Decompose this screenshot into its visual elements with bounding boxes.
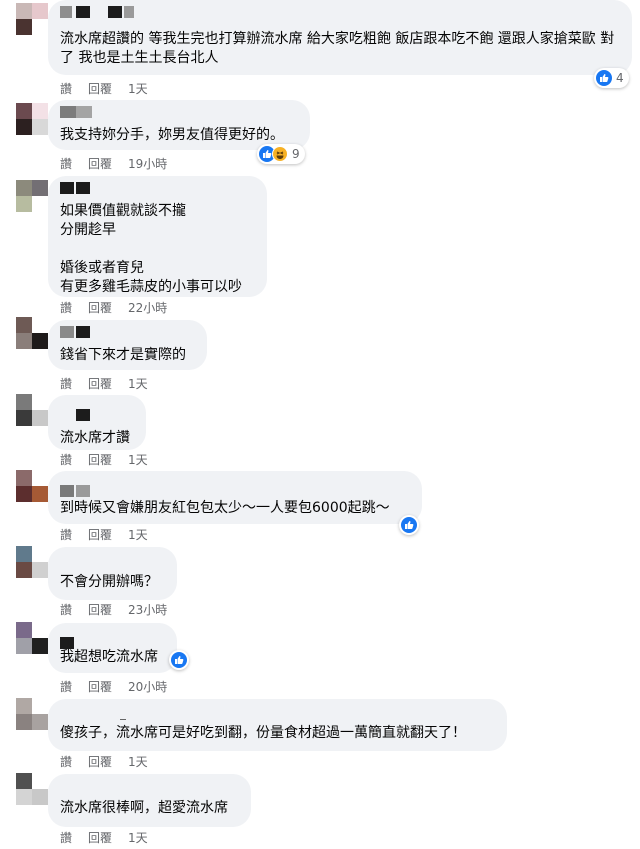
avatar[interactable]	[16, 470, 48, 502]
comment-text: 流水席才讚	[60, 430, 130, 446]
haha-icon	[272, 146, 288, 162]
comment-time[interactable]: 1天	[128, 829, 148, 846]
avatar[interactable]	[16, 103, 48, 135]
reaction-count: 9	[292, 147, 300, 161]
comment-time[interactable]: 1天	[128, 375, 148, 392]
like-button[interactable]: 讚	[60, 678, 72, 695]
comment-actions: 讚 回覆 22小時	[60, 299, 167, 315]
like-button[interactable]: 讚	[60, 753, 72, 770]
like-button[interactable]: 讚	[60, 601, 72, 618]
reply-button[interactable]: 回覆	[88, 526, 112, 543]
comment-actions: 讚 回覆 20小時	[60, 678, 167, 694]
reply-button[interactable]: 回覆	[88, 753, 112, 770]
author-name[interactable]	[60, 106, 94, 118]
author-name[interactable]	[60, 637, 90, 649]
reaction-summary[interactable]	[169, 650, 189, 670]
reply-button[interactable]: 回覆	[88, 451, 112, 468]
comment-text: 流水席很棒啊，超愛流水席	[60, 800, 228, 816]
author-name[interactable]	[60, 182, 90, 194]
comment-actions: 讚 回覆 1天	[60, 375, 148, 391]
comment-time[interactable]: 1天	[128, 451, 148, 468]
comment-actions: 讚 回覆 1天	[60, 753, 148, 769]
avatar[interactable]	[16, 394, 48, 426]
comment-actions: 讚 回覆 1天	[60, 80, 148, 96]
comment-time[interactable]: 1天	[128, 753, 148, 770]
like-icon	[596, 70, 612, 86]
author-name[interactable]	[60, 719, 140, 731]
comment-bubble: 傻孩子，流水席可是好吃到翻，份量食材超過一萬簡直就翻天了！	[48, 699, 507, 751]
comment-text: 到時候又會嫌朋友紅包包太少～一人要包6000起跳～	[60, 500, 390, 516]
comment-text: 如果價值觀就談不攏 分開趁早 婚後或者育兒 有更多雞毛蒜皮的小事可以吵	[60, 203, 242, 295]
comment-text: 流水席超讚的 等我生完也打算辦流水席 給大家吃粗飽 飯店跟本吃不飽 還跟人家搶菜…	[60, 31, 615, 66]
like-button[interactable]: 讚	[60, 299, 72, 316]
author-name[interactable]	[60, 409, 90, 421]
reaction-summary[interactable]	[399, 515, 419, 535]
reply-button[interactable]: 回覆	[88, 80, 112, 97]
reply-button[interactable]: 回覆	[88, 678, 112, 695]
comment-actions: 讚 回覆 23小時	[60, 601, 167, 617]
like-button[interactable]: 讚	[60, 80, 72, 97]
like-button[interactable]: 讚	[60, 526, 72, 543]
comment-text: 我支持妳分手，妳男友值得更好的。	[60, 127, 284, 143]
avatar[interactable]	[16, 546, 48, 578]
comment-actions: 讚 回覆 1天	[60, 526, 148, 542]
author-name[interactable]	[60, 6, 140, 18]
reply-button[interactable]: 回覆	[88, 829, 112, 846]
reaction-count: 4	[616, 71, 624, 85]
like-button[interactable]: 讚	[60, 829, 72, 846]
comment-text: 錢省下來才是實際的	[60, 347, 186, 363]
author-name[interactable]	[60, 326, 90, 338]
avatar[interactable]	[16, 698, 48, 730]
avatar[interactable]	[16, 317, 48, 349]
comment-text: 我超想吃流水席	[60, 649, 158, 665]
comment-bubble: 到時候又會嫌朋友紅包包太少～一人要包6000起跳～	[48, 471, 422, 524]
like-icon	[401, 517, 417, 533]
reaction-summary[interactable]: 9	[257, 144, 305, 164]
comment-time[interactable]: 23小時	[128, 601, 167, 618]
author-name[interactable]	[60, 485, 90, 497]
comment-bubble: 流水席很棒啊，超愛流水席	[48, 774, 251, 827]
comment-text: 不會分開辦嗎？	[60, 574, 158, 590]
reply-button[interactable]: 回覆	[88, 375, 112, 392]
avatar[interactable]	[16, 773, 48, 805]
like-button[interactable]: 讚	[60, 155, 72, 172]
comment-bubble: 流水席超讚的 等我生完也打算辦流水席 給大家吃粗飽 飯店跟本吃不飽 還跟人家搶菜…	[48, 0, 632, 75]
avatar[interactable]	[16, 3, 48, 35]
avatar[interactable]	[16, 180, 48, 212]
comment-actions: 讚 回覆 19小時	[60, 155, 167, 171]
comment-bubble: 如果價值觀就談不攏 分開趁早 婚後或者育兒 有更多雞毛蒜皮的小事可以吵	[48, 176, 267, 297]
comment-time[interactable]: 20小時	[128, 678, 167, 695]
comment-time[interactable]: 19小時	[128, 155, 167, 172]
comment-actions: 讚 回覆 1天	[60, 451, 148, 467]
reply-button[interactable]: 回覆	[88, 155, 112, 172]
comment-bubble: 錢省下來才是實際的	[48, 320, 207, 370]
avatar[interactable]	[16, 622, 48, 654]
like-icon	[171, 652, 187, 668]
reply-button[interactable]: 回覆	[88, 601, 112, 618]
like-button[interactable]: 讚	[60, 451, 72, 468]
comment-bubble: 我支持妳分手，妳男友值得更好的。	[48, 100, 310, 150]
reaction-summary[interactable]: 4	[594, 68, 629, 88]
comment-bubble: 我超想吃流水席	[48, 623, 177, 673]
comment-time[interactable]: 1天	[128, 526, 148, 543]
comment-bubble: 流水席才讚	[48, 395, 146, 450]
like-button[interactable]: 讚	[60, 375, 72, 392]
comment-time[interactable]: 1天	[128, 80, 148, 97]
comment-bubble: 不會分開辦嗎？	[48, 547, 177, 600]
comment-time[interactable]: 22小時	[128, 299, 167, 316]
comment-actions: 讚 回覆 1天	[60, 829, 148, 845]
reply-button[interactable]: 回覆	[88, 299, 112, 316]
